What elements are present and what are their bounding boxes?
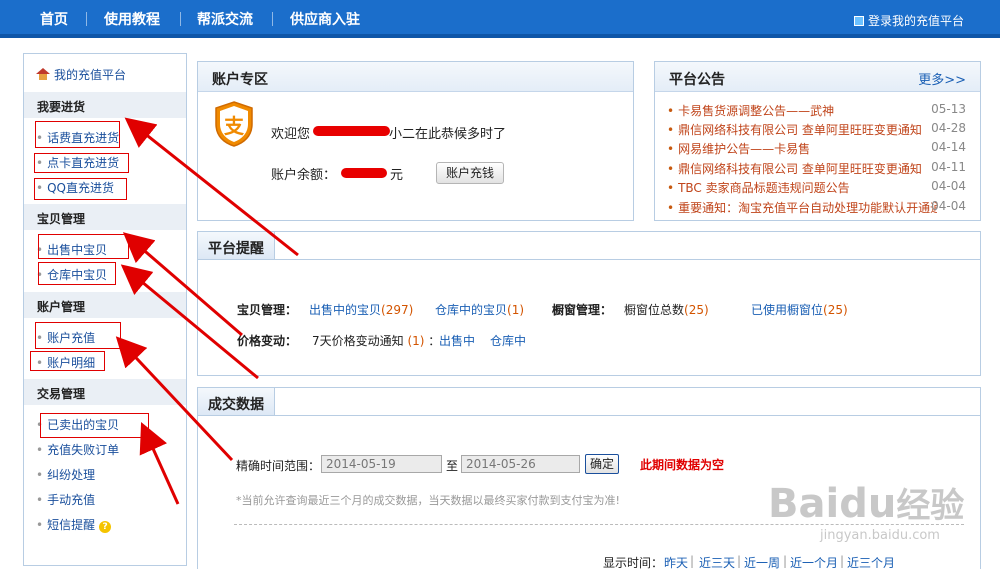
sidebar-item-manual-recharge[interactable]: • 手动充值 xyxy=(36,491,95,508)
to-label: 至 xyxy=(446,459,459,473)
account-panel-title: 账户专区 xyxy=(212,72,268,88)
announcement-item[interactable]: • 网易维护公告——卡易售 xyxy=(667,140,967,157)
login-label: 登录我的充值平台 xyxy=(867,14,964,28)
balance-unit: 元 xyxy=(390,168,404,183)
baidu-watermark: Baidu经验 xyxy=(768,481,965,527)
period-separator: | xyxy=(690,554,695,568)
price-label: 价格变动： xyxy=(237,334,298,348)
period-separator: | xyxy=(840,554,845,568)
nav-separator xyxy=(86,12,87,26)
baidu-watermark-url: jingyan.baidu.com xyxy=(820,528,940,543)
window-total: 橱窗位总数(25) xyxy=(624,303,709,317)
tab-reminders[interactable]: 平台提醒 xyxy=(197,231,275,259)
sidebar-group-purchase: 我要进货 xyxy=(24,92,186,118)
tab-divider xyxy=(198,415,980,416)
annotation-box xyxy=(38,262,116,285)
period-yesterday[interactable]: 昨天 xyxy=(664,554,688,569)
svg-text:支: 支 xyxy=(224,114,245,138)
empty-message: 此期间数据为空 xyxy=(640,458,725,472)
query-note: *当前允许查询最近三个月的成交数据，当天数据以最终买家付款到支付宝为准! xyxy=(236,494,620,507)
confirm-button[interactable]: 确定 xyxy=(585,454,619,474)
annotation-box xyxy=(38,234,129,259)
window-used-link[interactable]: 已使用橱窗位(25) xyxy=(751,301,848,318)
sidebar-home-label: 我的充值平台 xyxy=(54,68,127,82)
home-icon xyxy=(36,68,50,80)
account-panel: 账户专区 支 欢迎您 小二在此恭候多时了 账户余额： 元 账户充钱 xyxy=(197,61,634,221)
reminders-panel: 平台提醒 宝贝管理： 出售中的宝贝(297) 仓库中的宝贝(1) 橱窗管理： 橱… xyxy=(197,231,981,376)
announcement-item[interactable]: • 鼎信网络科技有限公司 查单阿里旺旺变更通知 xyxy=(667,121,967,138)
end-date-input[interactable] xyxy=(461,455,580,473)
start-date-input[interactable] xyxy=(321,455,442,473)
announcements-panel: 平台公告 更多>> • 卡易售货源调整公告——武神 05-13 • 鼎信网络科技有限… xyxy=(654,61,981,221)
nav-separator xyxy=(272,12,273,26)
period-month[interactable]: 近一个月 xyxy=(790,554,838,569)
announcement-date: 04-04 xyxy=(931,179,966,193)
nav-separator xyxy=(180,12,181,26)
nav-community[interactable]: 帮派交流 xyxy=(197,9,253,29)
square-icon xyxy=(853,16,864,26)
announcement-item[interactable]: • 卡易售货源调整公告——武神 xyxy=(667,102,967,119)
announcement-date: 05-13 xyxy=(931,102,966,116)
redacted-balance xyxy=(341,168,387,178)
period-separator: | xyxy=(783,554,788,568)
price-warehouse-link[interactable]: 仓库中 xyxy=(490,332,526,349)
announcement-item[interactable]: • TBC 卖家商品标题违规问题公告 xyxy=(667,179,967,196)
recharge-button[interactable]: 账户充钱 xyxy=(436,162,504,184)
sidebar-item-failed-orders[interactable]: • 充值失败订单 xyxy=(36,441,119,458)
announcement-item[interactable]: • 鼎信网络科技有限公司 查单阿里旺旺变更通知 xyxy=(667,160,967,177)
more-link[interactable]: 更多>> xyxy=(918,69,966,88)
period-3months[interactable]: 近三个月 xyxy=(847,554,895,569)
account-panel-header: 账户专区 xyxy=(198,62,633,92)
redacted-username xyxy=(313,126,390,136)
window-label: 橱窗管理： xyxy=(552,303,613,317)
period-3days[interactable]: 近三天 xyxy=(699,554,735,569)
warehouse-link[interactable]: 仓库中的宝贝(1) xyxy=(435,301,524,318)
annotation-box xyxy=(35,322,121,349)
announcements-title: 平台公告 xyxy=(669,72,725,88)
sidebar-group-account: 账户管理 xyxy=(24,292,186,318)
welcome-suffix: 小二在此恭候多时了 xyxy=(389,127,507,142)
alipay-logo-icon: 支 xyxy=(215,101,253,147)
help-circle-icon[interactable]: ? xyxy=(99,521,112,533)
annotation-box xyxy=(34,153,129,173)
login-platform-link[interactable]: 登录我的充值平台 xyxy=(853,12,964,29)
tab-divider xyxy=(198,259,980,260)
period-separator: | xyxy=(737,554,742,568)
announcement-date: 04-11 xyxy=(931,160,966,174)
announcements-panel-header: 平台公告 更多>> xyxy=(655,62,980,92)
baobei-label: 宝贝管理： xyxy=(237,303,298,317)
annotation-box xyxy=(30,351,105,371)
nav-home[interactable]: 首页 xyxy=(40,9,68,29)
sidebar-home-link[interactable]: 我的充值平台 xyxy=(36,66,126,83)
tab-transactions[interactable]: 成交数据 xyxy=(197,387,275,415)
annotation-box xyxy=(40,413,149,438)
announcement-date: 04-28 xyxy=(931,121,966,135)
on-sale-link[interactable]: 出售中的宝贝(297) xyxy=(309,301,413,318)
sidebar-group-items: 宝贝管理 xyxy=(24,204,186,230)
top-nav-bar: 首页 使用教程 帮派交流 供应商入驻 登录我的充值平台 xyxy=(0,0,1000,38)
annotation-box xyxy=(34,178,127,200)
sidebar-group-trade: 交易管理 xyxy=(24,379,186,405)
price-notice: 7天价格变动通知 (1) ： xyxy=(312,334,441,348)
announcement-date: 04-04 xyxy=(931,199,966,213)
sidebar-item-sms-alert[interactable]: • 短信提醒? xyxy=(36,516,112,533)
range-label: 精确时间范围： xyxy=(236,459,321,473)
announcement-item[interactable]: • 重要通知：淘宝充值平台自动处理功能默认开通通 xyxy=(667,199,937,216)
nav-supplier[interactable]: 供应商入驻 xyxy=(290,9,360,29)
sidebar-item-disputes[interactable]: • 纠纷处理 xyxy=(36,466,95,483)
period-week[interactable]: 近一周 xyxy=(744,554,780,569)
annotation-box xyxy=(35,121,120,148)
display-time-label: 显示时间： xyxy=(603,556,664,569)
announcement-date: 04-14 xyxy=(931,140,966,154)
price-on-sale-link[interactable]: 出售中 xyxy=(439,332,475,349)
balance-label: 账户余额： xyxy=(271,168,337,183)
nav-tutorial[interactable]: 使用教程 xyxy=(104,9,160,29)
welcome-prefix: 欢迎您 xyxy=(271,127,311,142)
